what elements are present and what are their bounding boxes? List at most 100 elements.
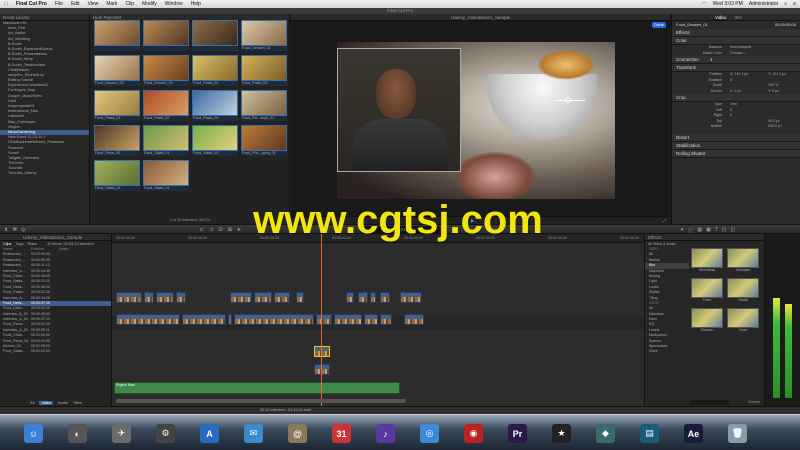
menu-final-cut-pro[interactable]: Final Cut Pro — [16, 1, 47, 7]
effects-section[interactable]: Effects — [672, 29, 800, 37]
generators-icon[interactable]: ◰ — [722, 227, 727, 234]
menu-edit[interactable]: Edit — [71, 1, 80, 7]
clip-thumbnail[interactable]: Food_Dessert_01 — [241, 20, 287, 53]
clip-thumbnail[interactable] — [192, 20, 238, 53]
transform-handle-dot[interactable] — [565, 97, 571, 103]
insert-icon[interactable]: ⊐ — [209, 227, 213, 233]
timeline-clip[interactable] — [314, 346, 330, 357]
distort-section[interactable]: Distort — [672, 133, 800, 142]
col-notes[interactable]: Notes — [59, 247, 68, 252]
effects-category[interactable]: Voice — [645, 349, 689, 354]
clip-thumbnail[interactable]: Food_Piz...ough_01 — [241, 90, 287, 123]
timeline-clip[interactable] — [316, 314, 332, 325]
safari-icon[interactable]: ◎ — [420, 424, 439, 443]
clip-thumbnail[interactable]: Food_Pasta_03 — [143, 90, 189, 123]
timeline-clip[interactable] — [404, 314, 424, 325]
premiere-icon[interactable]: Pr — [508, 424, 527, 443]
timeline-clip[interactable] — [156, 292, 174, 303]
index-row[interactable]: Food_Salad... 00:01:12:00 — [0, 349, 111, 354]
timeline-clip[interactable] — [274, 292, 290, 303]
effects-search[interactable] — [689, 400, 729, 405]
photos-icon[interactable]: ▣ — [706, 227, 711, 234]
timeline-clip[interactable] — [254, 292, 272, 303]
row-value-2[interactable]: 234.0 px — [768, 124, 782, 130]
user-name[interactable]: Administrator — [749, 1, 778, 7]
clip-thumbnail[interactable]: Food_Salad_01 — [143, 125, 189, 158]
menu-mark[interactable]: Mark — [106, 1, 117, 7]
app-store-icon[interactable]: A — [200, 424, 219, 443]
timeline-clip[interactable] — [116, 314, 180, 325]
clip-thumbnail[interactable]: Food_Pasta_04 — [192, 90, 238, 123]
contacts-icon[interactable]: @ — [288, 424, 307, 443]
menu-help[interactable]: Help — [191, 1, 201, 7]
inspector-tab-info[interactable]: Info — [734, 14, 742, 20]
keyword-icon[interactable]: ⌘ — [12, 227, 17, 233]
clip-thumbnail[interactable]: Food_Pho...ppng_01 — [241, 125, 287, 158]
inspector-icon[interactable]: ⓘ — [688, 227, 693, 234]
color-section[interactable]: Color — [672, 37, 800, 45]
effects-browser-icon[interactable]: ▦ — [697, 227, 702, 234]
system-icon[interactable]: ⚙ — [156, 424, 175, 443]
clip-thumbnail[interactable]: Food_Dessert_02 — [94, 55, 140, 88]
themes-icon[interactable]: ◫ — [730, 227, 735, 234]
timeline-clip[interactable] — [370, 292, 376, 303]
final-cut-icon[interactable]: ★ — [552, 424, 571, 443]
timeline-clip[interactable] — [380, 292, 390, 303]
timeline-clip[interactable] — [358, 292, 368, 303]
menu-clip[interactable]: Clip — [125, 1, 134, 7]
effect-thumbnail[interactable]: Zoom — [727, 308, 759, 334]
timeline-clip[interactable] — [144, 292, 154, 303]
itunes-icon[interactable]: ♪ — [376, 424, 395, 443]
filter-video[interactable]: Video — [39, 401, 54, 405]
timeline-clip[interactable] — [116, 292, 142, 303]
clip-thumbnail[interactable]: Food_Pasta_02 — [241, 55, 287, 88]
clip-thumbnail[interactable]: Food_Dessert_03 — [143, 55, 189, 88]
timeline-clip[interactable] — [314, 364, 330, 375]
dashboard-icon[interactable]: ◐ — [68, 424, 87, 443]
connection-section[interactable]: Connection 1 — [672, 56, 800, 64]
timeline-clip[interactable] — [380, 314, 392, 325]
search-icon[interactable]: ⌕ — [784, 1, 787, 7]
timeline-clip[interactable] — [182, 314, 226, 325]
viewer-canvas[interactable] — [337, 42, 615, 199]
list-icon[interactable]: ≡ — [793, 1, 796, 7]
timeline-clip[interactable] — [364, 314, 378, 325]
titles-icon[interactable]: T — [715, 227, 718, 234]
library-item[interactable]: Tutorials_Udemy — [0, 171, 89, 176]
apple-icon[interactable]:  — [4, 1, 8, 7]
clip-thumbnail[interactable]: Food_Salad_02 — [192, 125, 238, 158]
transform-section[interactable]: Transform — [672, 64, 800, 72]
pip-interview[interactable] — [337, 48, 461, 172]
clip-thumbnail[interactable]: Food_Salad_03 — [94, 160, 140, 193]
timeline-clip[interactable] — [228, 314, 232, 325]
inspector-tab-video[interactable]: Video — [715, 14, 726, 20]
import-icon[interactable]: ⬇ — [4, 227, 8, 233]
analyze-icon[interactable]: ◎ — [21, 227, 25, 233]
compressor-icon[interactable]: ▤ — [640, 424, 659, 443]
launchpad-icon[interactable]: ✈ — [112, 424, 131, 443]
enhance-icon[interactable]: ✦ — [680, 227, 684, 234]
effect-thumbnail[interactable]: Gaussian — [727, 248, 759, 274]
menu-modify[interactable]: Modify — [142, 1, 157, 7]
connection-value[interactable]: 1 — [710, 57, 713, 62]
timeline-scrollbar[interactable] — [116, 399, 406, 403]
playhead[interactable] — [321, 234, 322, 406]
effect-thumbnail[interactable]: Radial — [727, 278, 759, 304]
crop-section[interactable]: Crop — [672, 94, 800, 102]
done-button[interactable]: Done — [652, 22, 666, 28]
effect-thumbnail[interactable]: Prism — [691, 278, 723, 304]
clip-thumbnail[interactable]: Food_Pizza_05 — [94, 125, 140, 158]
timeline-clip[interactable] — [176, 292, 186, 303]
timeline-clip[interactable] — [400, 292, 422, 303]
menu-window[interactable]: Window — [165, 1, 183, 7]
menu-file[interactable]: File — [55, 1, 63, 7]
clip-thumbnail[interactable] — [94, 20, 140, 53]
clock[interactable]: Wed 3:03 PM — [713, 1, 743, 7]
stabilization-section[interactable]: Stabilization — [672, 141, 800, 150]
motion-icon[interactable]: ◆ — [596, 424, 615, 443]
effect-thumbnail[interactable]: Directional — [691, 248, 723, 274]
connect-icon[interactable]: ⊏ — [200, 227, 204, 233]
mail-icon[interactable]: ✉ — [244, 424, 263, 443]
project-dropdown[interactable]: Udemy_VideoBasics_Sample — [23, 234, 82, 240]
timeline-clip[interactable] — [346, 292, 354, 303]
